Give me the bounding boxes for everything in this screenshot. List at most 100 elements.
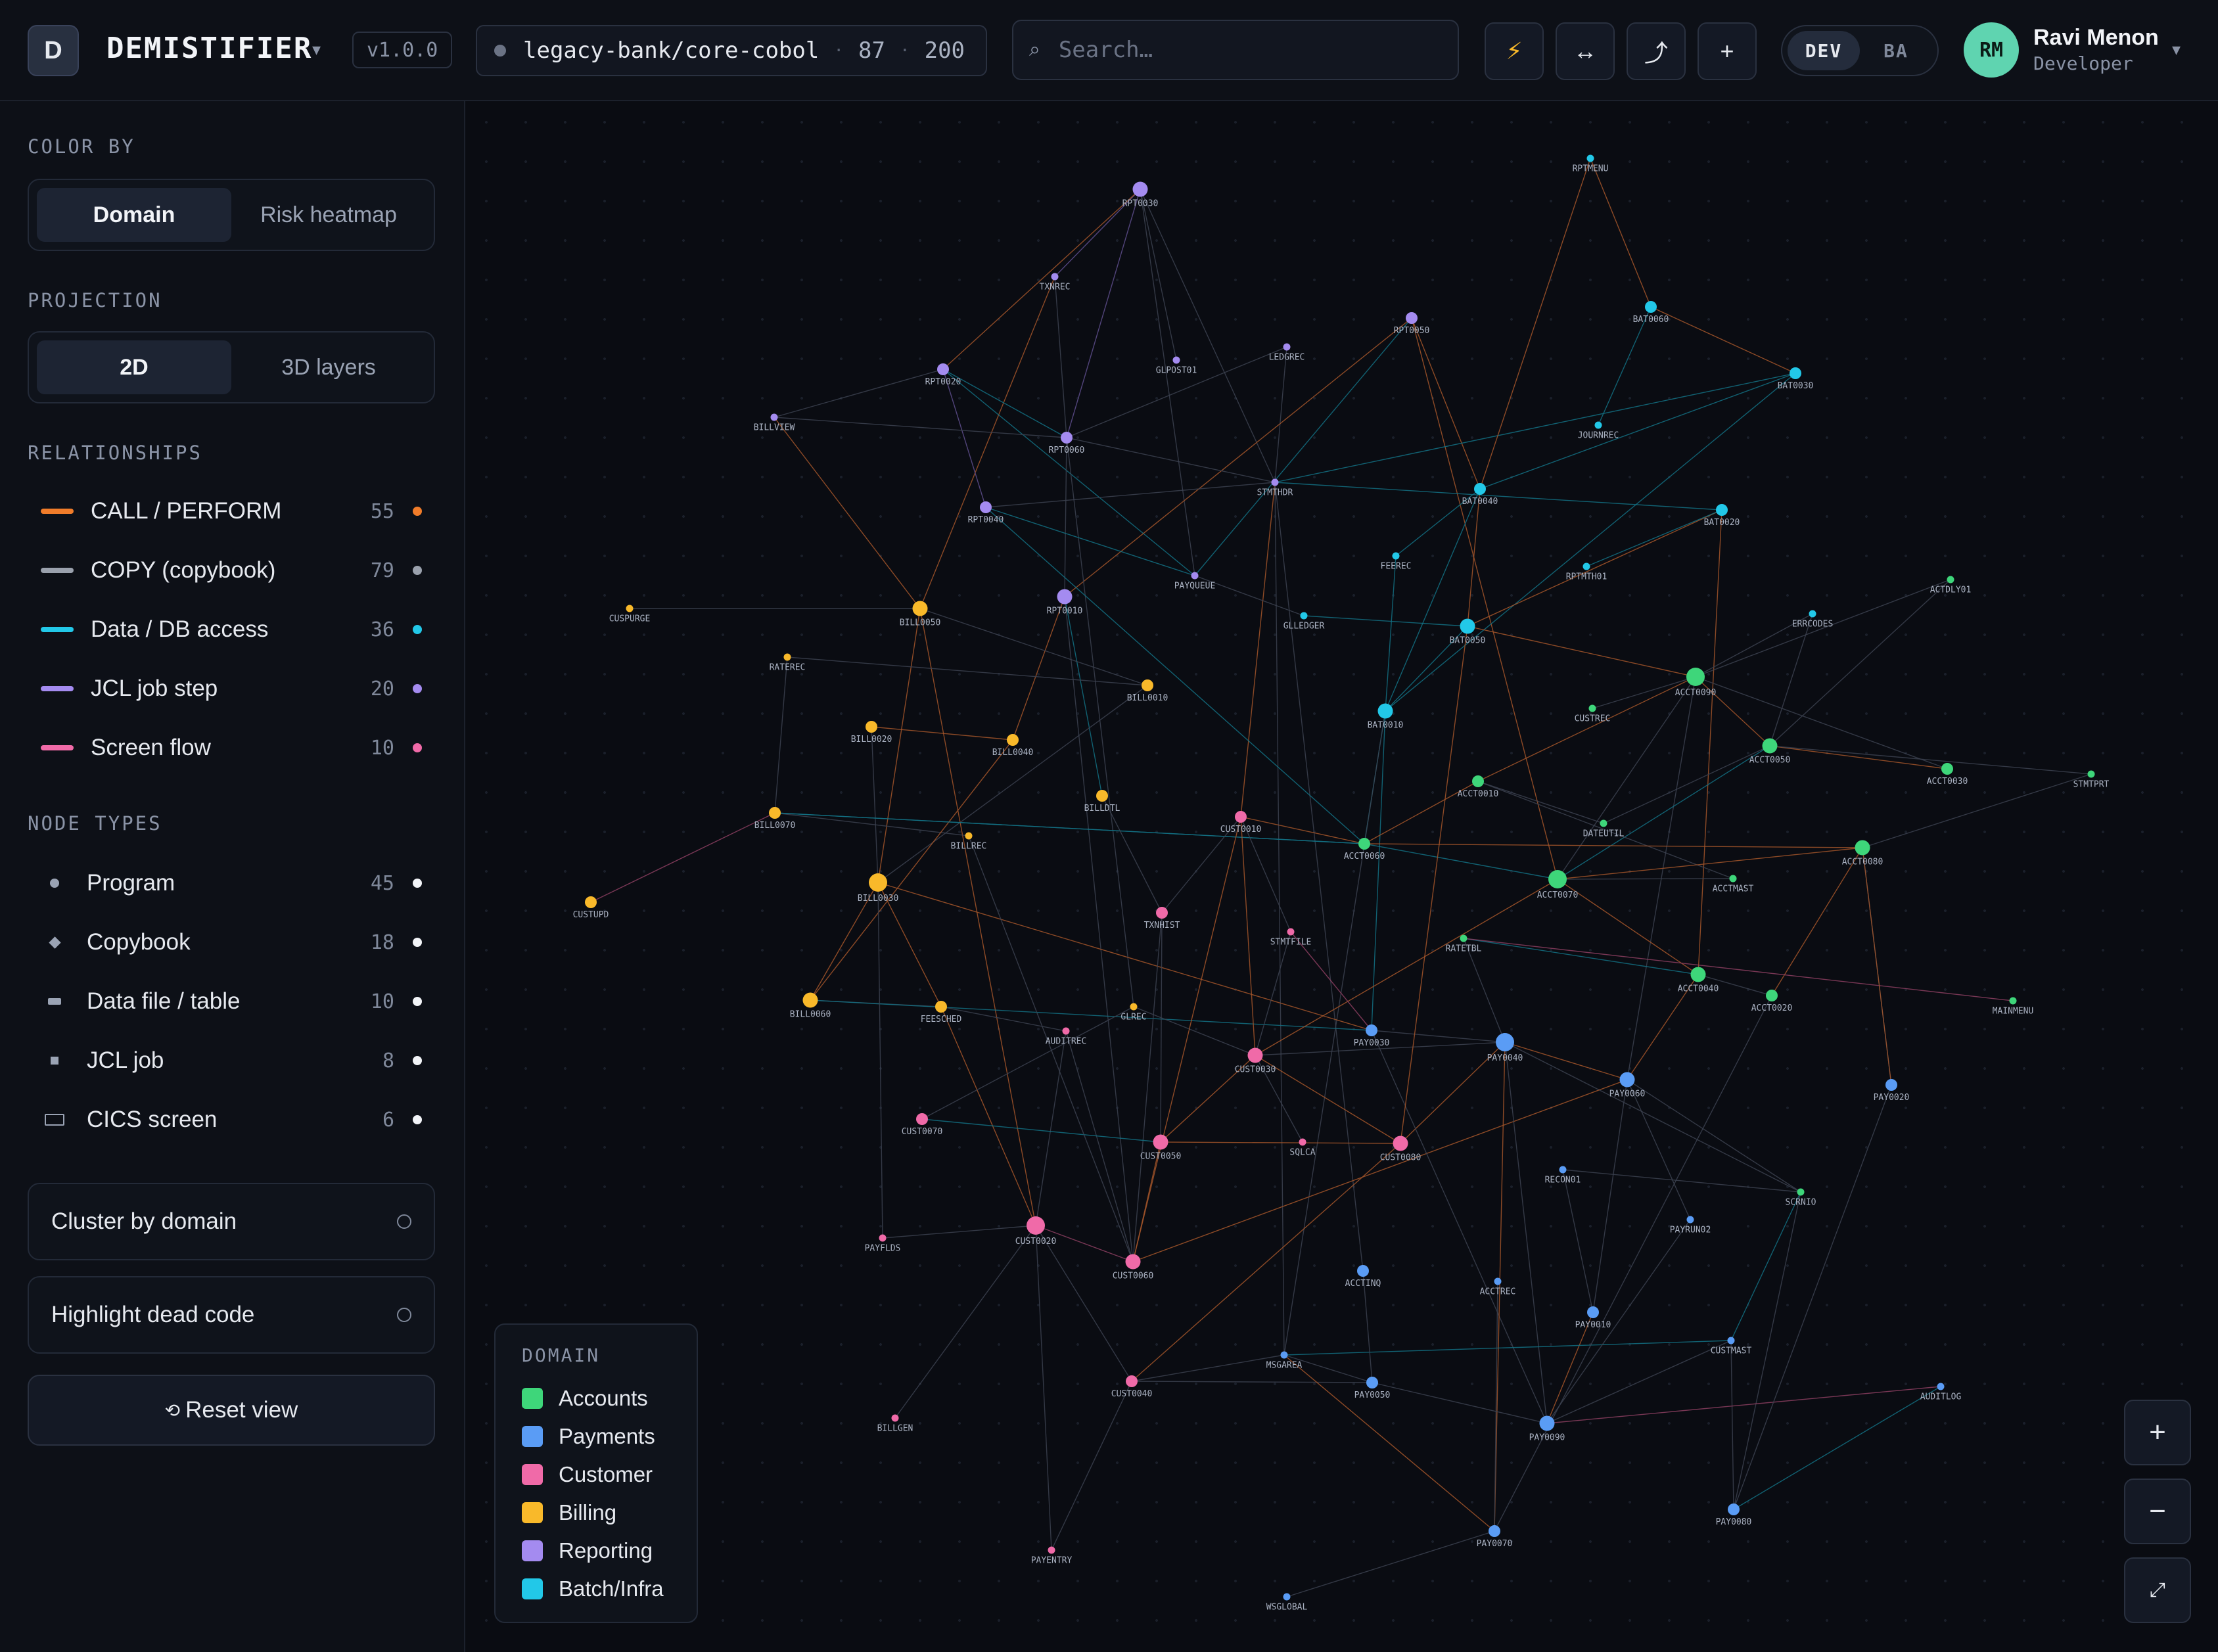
node-type-screen[interactable]: CICS screen 6 [45, 1100, 422, 1139]
graph-node-cust0070[interactable]: CUST0070 [902, 1113, 943, 1137]
node-type-datafile[interactable]: Data file / table 10 [45, 982, 422, 1021]
color-by-risk[interactable]: Risk heatmap [231, 188, 426, 242]
graph-node-dot[interactable] [769, 807, 781, 819]
graph-node-acct0050[interactable]: ACCT0050 [1749, 738, 1791, 766]
relationship-jcl[interactable]: JCL job step 20 [41, 669, 422, 708]
graph-node-dot[interactable] [1125, 1254, 1141, 1270]
graph-node-dot[interactable] [1729, 875, 1737, 883]
graph-node-cust0080[interactable]: CUST0080 [1380, 1136, 1421, 1163]
graph-node-custmast[interactable]: CUSTMAST [1711, 1337, 1752, 1356]
graph-node-dot[interactable] [585, 896, 597, 908]
graph-node-pay0080[interactable]: PAY0080 [1716, 1503, 1752, 1527]
graph-node-dot[interactable] [1937, 1383, 1945, 1390]
graph-node-billdtl[interactable]: BILLDTL [1084, 790, 1121, 814]
cluster-by-domain-toggle[interactable]: Cluster by domain [28, 1183, 435, 1260]
graph-node-dot[interactable] [1762, 738, 1778, 754]
graph-node-dot[interactable] [1885, 1079, 1897, 1091]
graph-node-recon01[interactable]: RECON01 [1545, 1166, 1581, 1185]
graph-node-dot[interactable] [1645, 301, 1657, 313]
graph-node-bat0050[interactable]: BAT0050 [1450, 618, 1486, 646]
chevron-down-icon[interactable]: ▾ [312, 39, 321, 60]
node-type-jcl[interactable]: JCL job 8 [45, 1041, 422, 1080]
dependency-graph[interactable]: RPT0030 TXNREC RPT0020 GLPOST01 LEDGREC RPT00… [467, 103, 2218, 1652]
graph-node-dot[interactable] [1247, 1047, 1263, 1063]
graph-node-cust0020[interactable]: CUST0020 [1015, 1216, 1057, 1247]
zoom-out-button[interactable]: − [2124, 1479, 2191, 1544]
graph-node-dot[interactable] [1406, 312, 1418, 324]
reset-view-button[interactable]: ⟲ Reset view [28, 1375, 435, 1446]
graph-node-dateutil[interactable]: DATEUTIL [1583, 819, 1625, 839]
graph-node-dot[interactable] [1594, 421, 1602, 429]
graph-node-dot[interactable] [1366, 1377, 1378, 1388]
graph-node-dot[interactable] [1460, 618, 1475, 634]
graph-node-dot[interactable] [1096, 790, 1108, 802]
graph-node-sqlca[interactable]: SQLCA [1289, 1138, 1316, 1158]
graph-node-dot[interactable] [1377, 703, 1393, 719]
graph-node-dot[interactable] [1941, 763, 1953, 775]
graph-node-dot[interactable] [1061, 432, 1073, 444]
graph-node-dot[interactable] [1494, 1277, 1502, 1285]
graph-node-dot[interactable] [879, 1234, 887, 1242]
graph-node-bat0010[interactable]: BAT0010 [1368, 703, 1404, 731]
graph-node-bill0040[interactable]: BILL0040 [992, 734, 1034, 758]
node-type-copybook[interactable]: Copybook 18 [45, 923, 422, 962]
graph-node-dot[interactable] [1496, 1033, 1514, 1051]
graph-node-dot[interactable] [866, 721, 877, 733]
path-button[interactable]: ⤴ [1627, 22, 1686, 80]
graph-node-bill0030[interactable]: BILL0030 [858, 873, 899, 904]
graph-node-dot[interactable] [1271, 478, 1279, 486]
projection-2d[interactable]: 2D [37, 340, 231, 394]
graph-node-dot[interactable] [1728, 1503, 1740, 1515]
graph-node-dot[interactable] [1358, 838, 1370, 850]
graph-node-rpt0020[interactable]: RPT0020 [925, 363, 961, 387]
graph-node-cuspurge[interactable]: CUSPURGE [609, 605, 651, 624]
graph-node-dot[interactable] [1191, 572, 1199, 580]
graph-node-bill0060[interactable]: BILL0060 [790, 992, 831, 1020]
highlight-dead-code-toggle[interactable]: Highlight dead code [28, 1276, 435, 1354]
graph-node-dot[interactable] [2087, 770, 2095, 778]
graph-node-dot[interactable] [1048, 1546, 1055, 1554]
graph-node-bat0030[interactable]: BAT0030 [1778, 367, 1814, 391]
repo-selector[interactable]: legacy-bank/core-cobol · 87 · 200 [476, 25, 987, 76]
graph-node-dot[interactable] [869, 873, 887, 892]
graph-node-dot[interactable] [912, 601, 928, 616]
graph-node-stmtfile[interactable]: STMTFILE [1270, 928, 1312, 948]
graph-node-dot[interactable] [1766, 990, 1778, 1001]
graph-node-dot[interactable] [626, 605, 634, 612]
graph-node-dot[interactable] [1172, 356, 1180, 364]
graph-node-acctmast[interactable]: ACCTMAST [1713, 875, 1754, 894]
graph-node-dot[interactable] [1489, 1525, 1500, 1537]
graph-node-dot[interactable] [1472, 775, 1484, 787]
graph-node-dot[interactable] [1583, 562, 1590, 570]
relationship-screen[interactable]: Screen flow 10 [41, 728, 422, 768]
relationship-call[interactable]: CALL / PERFORM 55 [41, 492, 422, 531]
graph-node-dot[interactable] [1357, 1265, 1369, 1277]
graph-node-dot[interactable] [965, 832, 973, 840]
graph-node-feerec[interactable]: FEEREC [1381, 552, 1412, 572]
zoom-in-button[interactable]: + [2124, 1400, 2191, 1465]
graph-node-stmthdr[interactable]: STMTHDR [1257, 478, 1293, 498]
chevron-down-icon[interactable]: ▾ [2172, 39, 2181, 60]
mode-toggle[interactable]: DEV BA [1781, 25, 1939, 76]
graph-node-cust0060[interactable]: CUST0060 [1113, 1254, 1154, 1281]
graph-node-custupd[interactable]: CUSTUPD [573, 896, 609, 920]
graph-node-rpt0050[interactable]: RPT0050 [1394, 312, 1430, 336]
graph-node-mainmenu[interactable]: MAINMENU [1993, 997, 2034, 1017]
graph-node-pay0050[interactable]: PAY0050 [1354, 1377, 1391, 1400]
graph-node-cust0030[interactable]: CUST0030 [1235, 1047, 1276, 1075]
graph-node-dot[interactable] [1588, 704, 1596, 712]
graph-node-bat0040[interactable]: BAT0040 [1462, 483, 1498, 507]
mode-ba[interactable]: BA [1860, 31, 1932, 70]
graph-node-dot[interactable] [1235, 811, 1247, 823]
graph-node-actdly01[interactable]: ACTDLY01 [1930, 576, 1972, 595]
graph-node-dot[interactable] [1299, 1138, 1306, 1146]
graph-node-dot[interactable] [1027, 1216, 1045, 1235]
graph-node-auditrec[interactable]: AUDITREC [1046, 1027, 1087, 1047]
graph-node-dot[interactable] [1474, 483, 1486, 495]
graph-node-dot[interactable] [1142, 679, 1153, 691]
graph-node-dot[interactable] [1947, 576, 1954, 584]
graph-node-dot[interactable] [1716, 504, 1728, 516]
relationship-data[interactable]: Data / DB access 36 [41, 610, 422, 649]
graph-node-acct0040[interactable]: ACCT0040 [1678, 967, 1719, 994]
app-name[interactable]: DEMISTIFIER [106, 32, 312, 65]
